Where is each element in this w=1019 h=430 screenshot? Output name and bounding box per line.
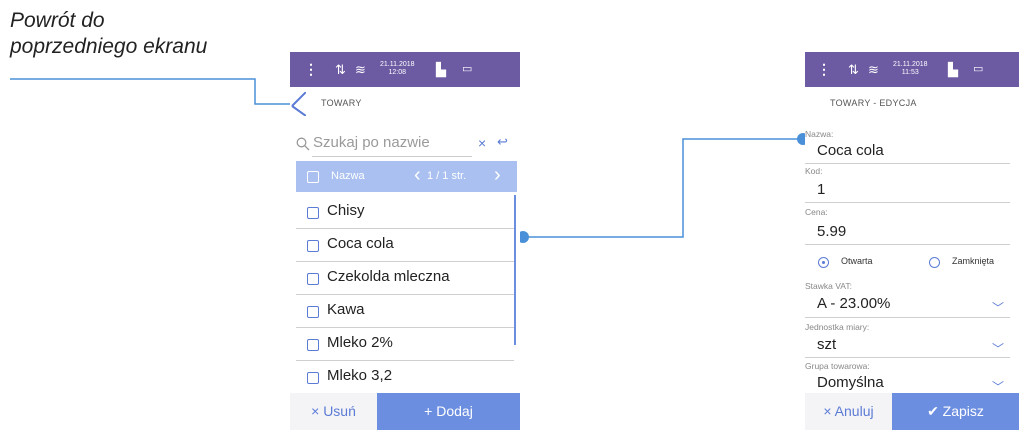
- list-item[interactable]: Coca cola: [296, 228, 514, 262]
- transfer-icon: ⇅: [848, 62, 859, 77]
- product-edit-screen: ⋮ ⇅ ≋ 21.11.2018 11:53 ▙ ▭ TOWARY - EDYC…: [805, 52, 1019, 430]
- vat-select[interactable]: A - 23.00%: [817, 295, 890, 312]
- menu-dots-icon[interactable]: ⋮: [304, 52, 318, 87]
- column-header-name[interactable]: Nazwa: [331, 170, 365, 182]
- menu-dots-icon[interactable]: ⋮: [817, 52, 831, 87]
- divider: [805, 163, 1010, 164]
- row-checkbox[interactable]: [307, 306, 319, 318]
- page-indicator: 1 / 1 str.: [427, 170, 467, 182]
- search-bar: Szukaj po nazwie × ↩: [296, 132, 516, 157]
- wifi-icon: ≋: [868, 62, 879, 77]
- page-title: TOWARY: [321, 98, 362, 108]
- search-input[interactable]: Szukaj po nazwie: [313, 134, 430, 151]
- radio-closed[interactable]: [929, 257, 940, 268]
- row-checkbox[interactable]: [307, 339, 319, 351]
- status-time: 12:08: [388, 69, 407, 76]
- delete-button[interactable]: × Usuń: [290, 393, 377, 430]
- status-date: 21.11.2018: [380, 61, 415, 68]
- list-item-label: Czekolda mleczna: [327, 268, 450, 285]
- vat-label: Stawka VAT:: [805, 281, 852, 291]
- name-label: Nazwa:: [805, 129, 834, 139]
- transfer-icon: ⇅: [335, 62, 346, 77]
- battery-icon: ▭: [462, 63, 473, 75]
- unit-select[interactable]: szt: [817, 336, 836, 353]
- scrollbar[interactable]: [514, 195, 516, 345]
- printer-icon: ▙: [948, 62, 958, 77]
- status-bar: ⋮ ⇅ ≋ 21.11.2018 12:08 ▙ ▭: [290, 52, 520, 87]
- row-checkbox[interactable]: [307, 240, 319, 252]
- list-item[interactable]: Czekolda mleczna: [296, 261, 514, 295]
- row-checkbox[interactable]: [307, 273, 319, 285]
- bottom-bar: × Usuń + Dodaj: [290, 393, 520, 430]
- group-select[interactable]: Domyślna: [817, 374, 884, 391]
- back-icon[interactable]: [290, 92, 306, 116]
- annotation-line-1: Powrót do: [10, 9, 105, 32]
- unit-label: Jednostka miary:: [805, 322, 870, 332]
- clear-search-icon[interactable]: ×: [478, 135, 486, 151]
- divider: [805, 202, 1010, 203]
- save-button[interactable]: ✔ Zapisz: [892, 393, 1019, 430]
- divider: [805, 244, 1010, 245]
- wifi-icon: ≋: [355, 62, 366, 77]
- add-button[interactable]: + Dodaj: [377, 393, 520, 430]
- radio-closed-label: Zamknięta: [952, 256, 995, 266]
- printer-icon: ▙: [436, 62, 446, 77]
- list-item[interactable]: Kawa: [296, 294, 514, 328]
- annotation-text: Powrót do poprzedniego ekranu: [10, 8, 207, 60]
- swap-icon[interactable]: ↩: [497, 134, 508, 150]
- next-page-icon[interactable]: ›: [494, 164, 501, 186]
- battery-icon: ▭: [973, 63, 984, 75]
- list-item-label: Mleko 2%: [327, 334, 393, 351]
- list-item[interactable]: Mleko 2%: [296, 327, 514, 361]
- annotation-line-2: poprzedniego ekranu: [10, 35, 208, 58]
- chevron-down-icon[interactable]: ﹀: [992, 340, 1004, 357]
- list-item-label: Mleko 3,2: [327, 367, 393, 384]
- list-item[interactable]: Mleko 3,2: [296, 360, 514, 393]
- row-checkbox[interactable]: [307, 207, 319, 219]
- divider: [805, 357, 1010, 358]
- divider: [805, 317, 1010, 318]
- table-header: Nazwa ‹ 1 / 1 str. ›: [296, 161, 517, 192]
- name-field[interactable]: Coca cola: [817, 142, 884, 159]
- list-item-label: Coca cola: [327, 235, 394, 252]
- cancel-button[interactable]: × Anuluj: [805, 393, 892, 430]
- status-bar: ⋮ ⇅ ≋ 21.11.2018 11:53 ▙ ▭: [805, 52, 1019, 87]
- radio-open-label: Otwarta: [841, 256, 873, 266]
- prev-page-icon[interactable]: ‹: [414, 164, 421, 186]
- list-item-label: Chisy: [327, 202, 365, 219]
- status-time: 11:53: [901, 69, 919, 76]
- row-checkbox[interactable]: [307, 372, 319, 384]
- code-field[interactable]: 1: [817, 181, 825, 198]
- radio-open[interactable]: [818, 257, 829, 268]
- group-label: Grupa towarowa:: [805, 361, 870, 371]
- select-all-checkbox[interactable]: [307, 171, 319, 183]
- search-underline: [312, 156, 472, 157]
- page-title: TOWARY - EDYCJA: [830, 98, 917, 108]
- price-field[interactable]: 5.99: [817, 223, 846, 240]
- status-date: 21.11.2018: [893, 61, 928, 68]
- list-item[interactable]: Chisy: [296, 195, 514, 229]
- chevron-down-icon[interactable]: ﹀: [992, 299, 1004, 316]
- bottom-bar: × Anuluj ✔ Zapisz: [805, 393, 1019, 430]
- list-item-label: Kawa: [327, 301, 365, 318]
- price-label: Cena:: [805, 207, 828, 217]
- code-label: Kod:: [805, 166, 823, 176]
- product-list-screen: ⋮ ⇅ ≋ 21.11.2018 12:08 ▙ ▭ TOWARY Szukaj…: [290, 52, 520, 430]
- search-icon: [296, 137, 310, 151]
